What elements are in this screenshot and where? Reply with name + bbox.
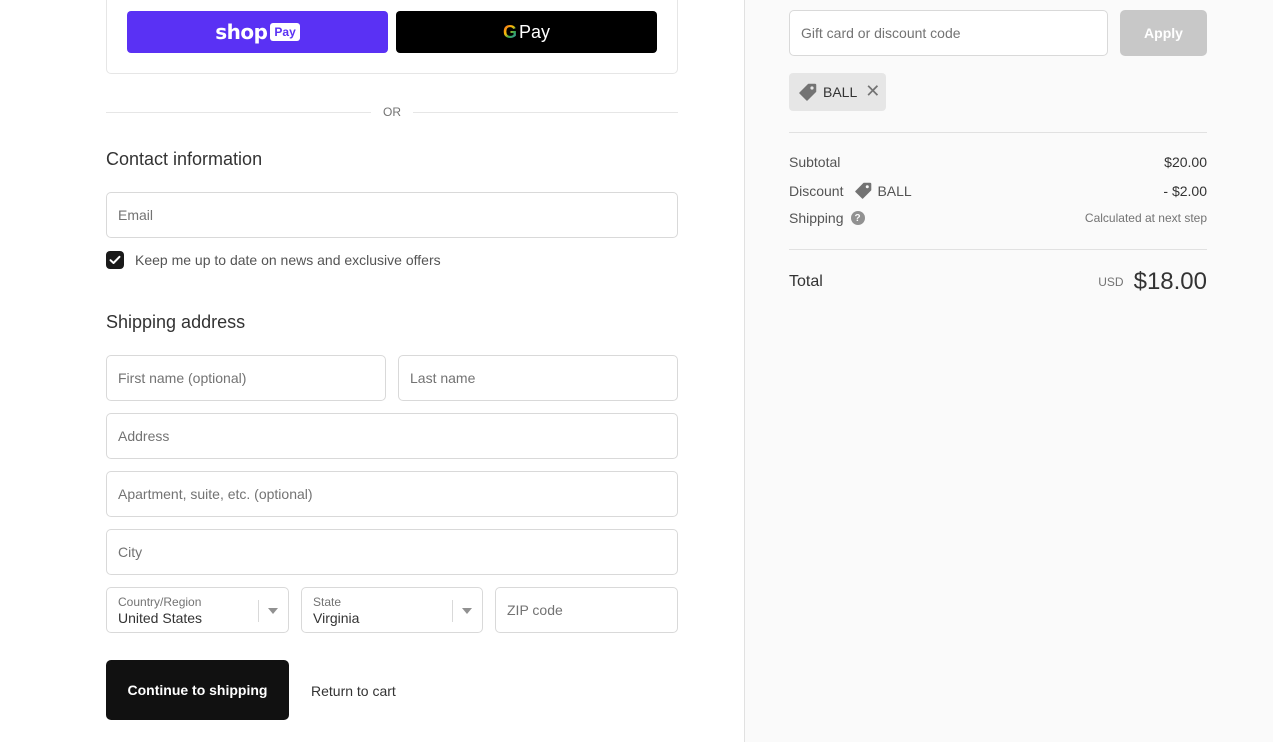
state-select-value: Virginia — [313, 610, 360, 626]
shipping-label: Shipping — [789, 210, 844, 226]
total-label: Total — [789, 273, 823, 290]
return-to-cart-link[interactable]: Return to cart — [311, 683, 396, 699]
zip-code-field[interactable] — [496, 588, 677, 632]
email-field-wrapper — [106, 192, 678, 238]
state-select[interactable]: State Virginia — [301, 587, 483, 633]
discount-code-field-wrapper — [789, 10, 1108, 56]
chevron-down-icon — [462, 608, 472, 614]
address-field[interactable] — [107, 414, 677, 458]
country-select-value: United States — [118, 610, 203, 626]
discount-code: BALL — [877, 182, 912, 199]
shop-pay-logo-pill: Pay — [270, 23, 300, 41]
continue-to-shipping-button[interactable]: Continue to shipping — [106, 660, 289, 720]
shop-pay-button[interactable]: shop Pay — [127, 11, 388, 53]
first-name-field-wrapper — [106, 355, 386, 401]
zip-field-wrapper — [495, 587, 678, 633]
apartment-field-wrapper — [106, 471, 678, 517]
newsletter-label: Keep me up to date on news and exclusive… — [135, 252, 441, 268]
price-tag-icon — [855, 182, 872, 199]
price-tag-icon — [799, 83, 817, 101]
order-summary-sidebar: Apply BALL ✕ Subtotal $20.00 Discount BA… — [744, 0, 1273, 742]
or-divider: OR — [106, 104, 678, 120]
total-amount-group: USD $18.00 — [1098, 268, 1207, 296]
google-pay-word: Pay — [518, 21, 551, 42]
remove-discount-icon[interactable]: ✕ — [865, 83, 880, 101]
shipping-label-group: Shipping ? — [789, 210, 865, 226]
discount-label: Discount — [789, 182, 844, 199]
shop-pay-logo-word: shop — [215, 20, 268, 44]
discount-value: - $2.00 — [1163, 182, 1207, 199]
shipping-address-heading: Shipping address — [106, 312, 246, 332]
applied-discount-chip: BALL ✕ — [789, 73, 886, 111]
email-field[interactable] — [107, 193, 677, 237]
shipping-value: Calculated at next step — [1084, 211, 1207, 225]
google-pay-button[interactable]: G Pay — [396, 11, 657, 53]
shipping-row: Shipping ? Calculated at next step — [789, 210, 1207, 226]
country-select-label: Country/Region — [118, 595, 202, 609]
address-field-wrapper — [106, 413, 678, 459]
discount-row: Discount BALL - $2.00 — [789, 182, 1207, 199]
subtotal-label: Subtotal — [789, 154, 841, 170]
chevron-down-icon — [268, 608, 278, 614]
divider-line — [413, 111, 678, 113]
checkmark-icon — [109, 255, 121, 264]
applied-discount-code: BALL — [823, 84, 858, 100]
checkout-main: shop Pay G Pay OR Contact information Ke… — [0, 0, 744, 742]
city-field-wrapper — [106, 529, 678, 575]
help-icon[interactable]: ? — [850, 211, 865, 225]
newsletter-checkbox[interactable] — [106, 251, 124, 269]
apartment-field[interactable] — [107, 472, 677, 516]
divider-line — [106, 111, 371, 113]
google-g-icon: G — [502, 21, 517, 42]
newsletter-checkbox-row[interactable]: Keep me up to date on news and exclusive… — [106, 251, 441, 269]
summary-divider — [789, 132, 1207, 133]
total-row: Total USD $18.00 — [789, 268, 1207, 296]
country-select[interactable]: Country/Region United States — [106, 587, 289, 633]
total-amount: $18.00 — [1133, 268, 1207, 295]
contact-information-heading: Contact information — [106, 149, 263, 169]
summary-divider — [789, 249, 1207, 250]
currency-code: USD — [1098, 275, 1124, 289]
or-text: OR — [383, 105, 401, 119]
city-field[interactable] — [107, 530, 677, 574]
discount-code-field[interactable] — [790, 11, 1107, 55]
select-divider — [452, 600, 453, 622]
subtotal-row: Subtotal $20.00 — [789, 154, 1207, 170]
last-name-field[interactable] — [399, 356, 677, 400]
apply-discount-button[interactable]: Apply — [1120, 10, 1207, 56]
subtotal-value: $20.00 — [1164, 154, 1207, 170]
first-name-field[interactable] — [107, 356, 385, 400]
discount-tag: BALL — [855, 182, 912, 199]
state-select-label: State — [313, 595, 342, 609]
discount-label-group: Discount BALL — [789, 182, 912, 199]
select-divider — [258, 600, 259, 622]
last-name-field-wrapper — [398, 355, 678, 401]
